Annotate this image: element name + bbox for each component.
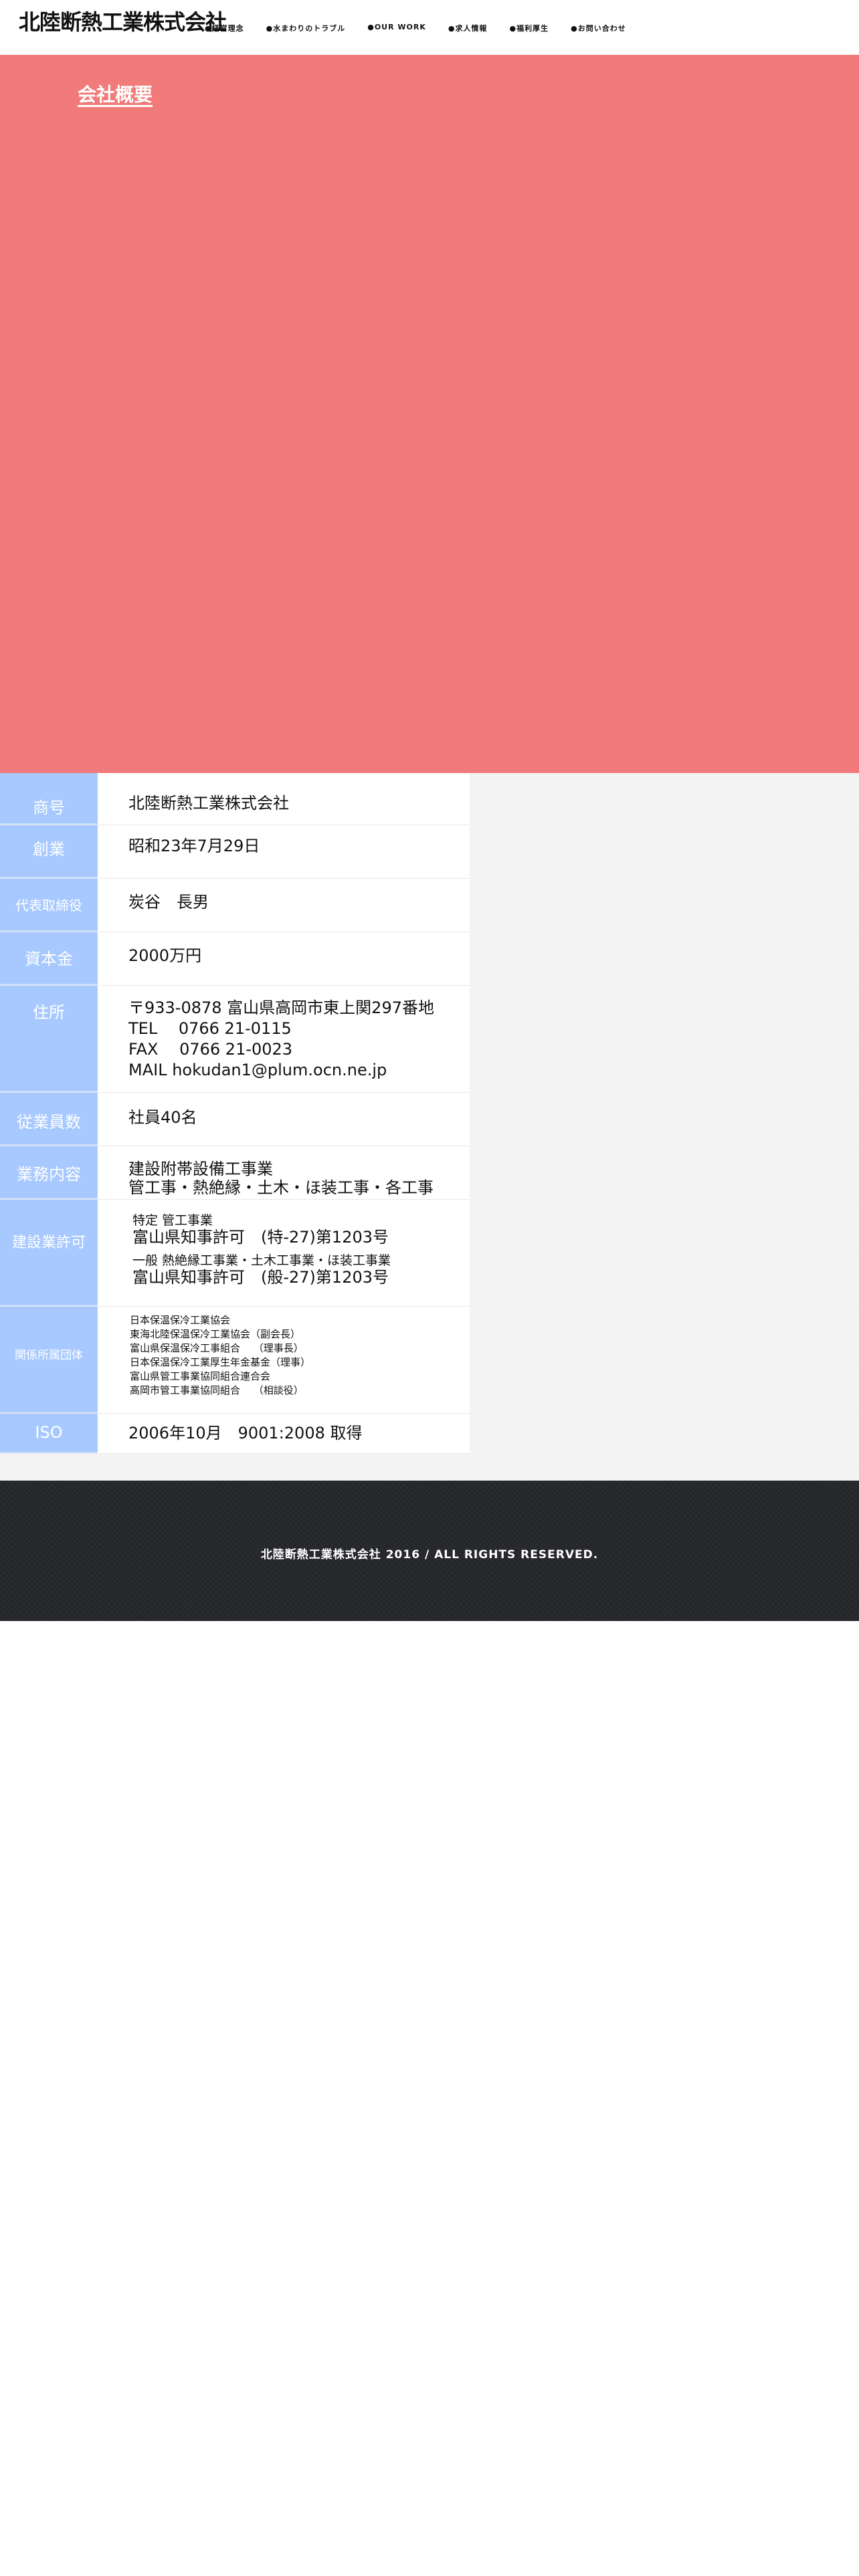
row-value: 社員40名 bbox=[98, 1093, 470, 1146]
row-value: 北陸断熱工業株式会社 bbox=[98, 773, 470, 825]
row-label: 従業員数 bbox=[0, 1093, 98, 1146]
nav-item-water-trouble[interactable]: ●水まわりのトラブル bbox=[266, 23, 346, 33]
row-value: 建設附帯設備工事業 管工事・熱絶縁・土木・ほ装工事・各工事 bbox=[98, 1146, 470, 1199]
site-header: 北陸断熱工業株式会社 ●経営理念 ●水まわりのトラブル ●OUR WORK ●求… bbox=[0, 0, 859, 55]
row-label: 関係所属団体 bbox=[0, 1307, 98, 1413]
page-title: 会社概要 bbox=[78, 84, 153, 106]
row-value: 炭谷 長男 bbox=[98, 879, 470, 932]
company-profile-section: 商号 北陸断熱工業株式会社 創業 昭和23年7月29日 代表取締役 炭谷 長男 … bbox=[0, 773, 859, 1481]
row-label: 資本金 bbox=[0, 932, 98, 985]
row-label: 建設業許可 bbox=[0, 1200, 98, 1306]
copyright-text: 北陸断熱工業株式会社 2016 / ALL RIGHTS RESERVED. bbox=[260, 1548, 599, 1562]
row-label: 業務内容 bbox=[0, 1146, 98, 1199]
table-row-business: 業務内容 建設附帯設備工事業 管工事・熱絶縁・土木・ほ装工事・各工事 bbox=[0, 1146, 470, 1200]
table-row-founded: 創業 昭和23年7月29日 bbox=[0, 825, 470, 879]
row-value: 昭和23年7月29日 bbox=[98, 825, 470, 878]
row-label: 創業 bbox=[0, 825, 98, 878]
row-value: 2006年10月 9001:2008 取得 bbox=[98, 1414, 470, 1453]
main-nav: ●経営理念 ●水まわりのトラブル ●OUR WORK ●求人情報 ●福利厚生 ●… bbox=[205, 23, 626, 33]
table-row-trade-name: 商号 北陸断熱工業株式会社 bbox=[0, 773, 470, 825]
site-footer: 北陸断熱工業株式会社 2016 / ALL RIGHTS RESERVED. bbox=[0, 1481, 859, 1621]
email-link[interactable]: MAIL hokudan1@plum.ocn.ne.jp bbox=[128, 1060, 470, 1081]
company-info-table: 商号 北陸断熱工業株式会社 創業 昭和23年7月29日 代表取締役 炭谷 長男 … bbox=[0, 773, 470, 1454]
row-value: 〒933-0878 富山県高岡市東上関297番地 TEL 0766 21-011… bbox=[98, 986, 470, 1092]
row-value: 特定 管工事業 富山県知事許可 (特-27)第1203号 一般 熱絶縁工事業・土… bbox=[98, 1200, 470, 1306]
nav-item-recruit[interactable]: ●求人情報 bbox=[448, 23, 488, 33]
nav-item-philosophy[interactable]: ●経営理念 bbox=[205, 23, 244, 33]
table-row-address: 住所 〒933-0878 富山県高岡市東上関297番地 TEL 0766 21-… bbox=[0, 986, 470, 1093]
table-row-capital: 資本金 2000万円 bbox=[0, 932, 470, 986]
row-value: 2000万円 bbox=[98, 932, 470, 985]
nav-item-our-work[interactable]: ●OUR WORK bbox=[367, 23, 426, 33]
table-row-iso: ISO 2006年10月 9001:2008 取得 bbox=[0, 1414, 470, 1454]
table-row-associations: 関係所属団体 日本保温保冷工業協会 東海北陸保温保冷工業協会（副会長） 富山県保… bbox=[0, 1307, 470, 1414]
nav-item-welfare[interactable]: ●福利厚生 bbox=[510, 23, 549, 33]
row-label: 住所 bbox=[0, 986, 98, 1092]
row-label: 代表取締役 bbox=[0, 879, 98, 932]
site-logo[interactable]: 北陸断熱工業株式会社 bbox=[19, 5, 227, 36]
nav-item-contact[interactable]: ●お問い合わせ bbox=[571, 23, 626, 33]
table-row-employees: 従業員数 社員40名 bbox=[0, 1093, 470, 1146]
row-value: 日本保温保冷工業協会 東海北陸保温保冷工業協会（副会長） 富山県保温保冷工事組合… bbox=[98, 1307, 470, 1413]
table-row-license: 建設業許可 特定 管工事業 富山県知事許可 (特-27)第1203号 一般 熱絶… bbox=[0, 1200, 470, 1307]
row-label: ISO bbox=[0, 1414, 98, 1453]
row-label: 商号 bbox=[0, 773, 98, 825]
table-row-representative: 代表取締役 炭谷 長男 bbox=[0, 879, 470, 932]
hero-banner: 会社概要 bbox=[0, 55, 859, 773]
